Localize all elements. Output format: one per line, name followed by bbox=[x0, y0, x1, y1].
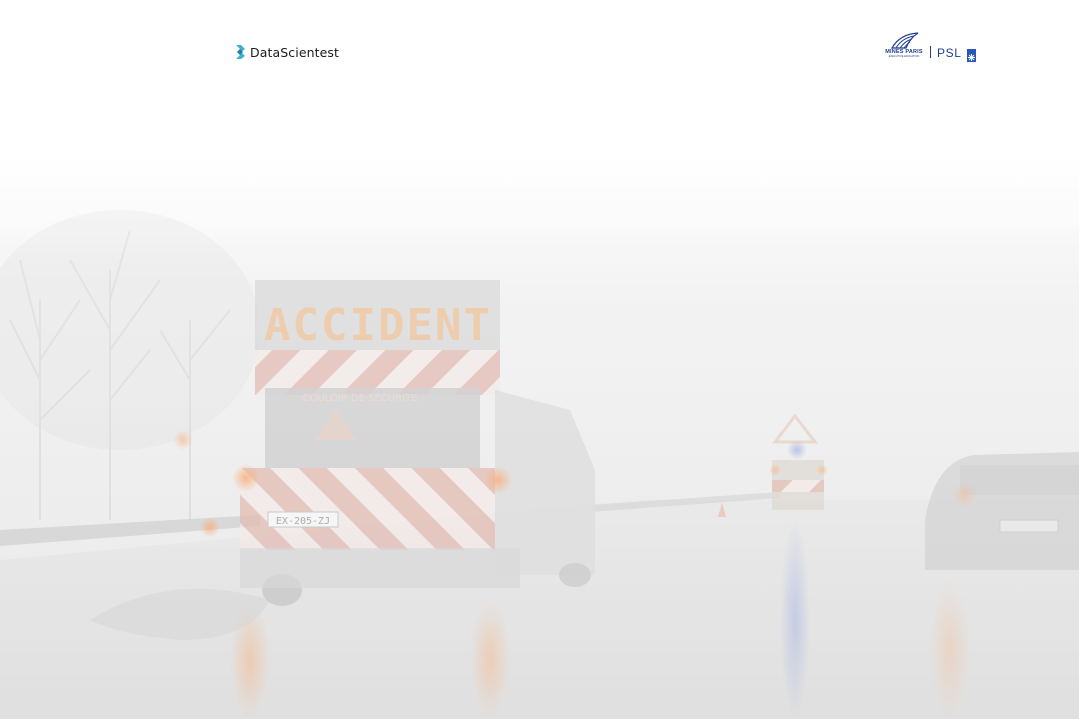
mines-paris-sail-icon bbox=[890, 32, 919, 49]
page: ACCIDENT COULOIR DE SECURITE EX-205-ZJ D… bbox=[0, 0, 1079, 719]
mines-paris-psl-logo[interactable]: MINES PARIS EXECUTIVE EDUCATION PSL bbox=[884, 32, 977, 62]
datascientest-logo[interactable]: DataScientest bbox=[234, 44, 339, 60]
mines-paris-subtitle: EXECUTIVE EDUCATION bbox=[888, 55, 920, 58]
logo-divider bbox=[930, 46, 931, 58]
mines-paris-block: MINES PARIS EXECUTIVE EDUCATION bbox=[884, 32, 924, 59]
psl-text: PSL bbox=[937, 46, 962, 60]
datascientest-brand-text: DataScientest bbox=[250, 44, 340, 60]
psl-flag-icon bbox=[967, 49, 977, 62]
datascientest-logo-icon bbox=[236, 45, 245, 59]
header: DataScientest MINES PARIS EXECUTIVE EDUC… bbox=[0, 0, 1079, 110]
